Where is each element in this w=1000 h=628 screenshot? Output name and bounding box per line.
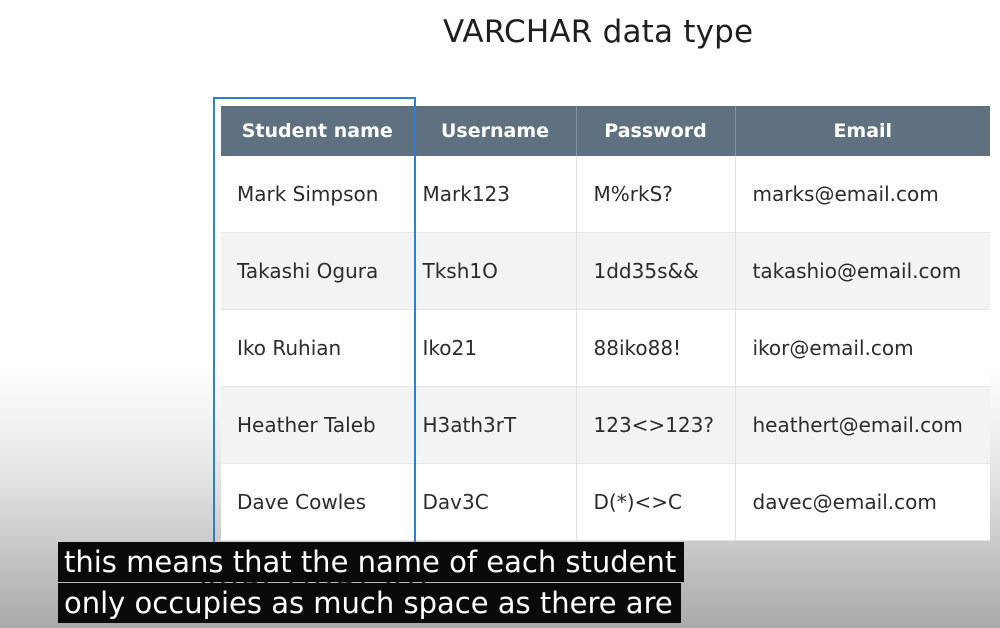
- table-row: Dave Cowles Dav3C D(*)<>C davec@email.co…: [221, 463, 990, 541]
- email-cell: davec@email.com: [735, 463, 990, 541]
- email-cell: ikor@email.com: [735, 309, 990, 387]
- email-cell: marks@email.com: [735, 156, 990, 233]
- student-name-cell: Dave Cowles: [221, 463, 415, 541]
- password-cell: M%rkS?: [576, 156, 736, 233]
- password-cell: D(*)<>C: [576, 463, 736, 541]
- student-name-cell: Mark Simpson: [221, 156, 415, 233]
- table-row: Iko Ruhian Iko21 88iko88! ikor@email.com: [221, 309, 990, 387]
- slide-title: VARCHAR data type: [443, 14, 754, 50]
- username-cell: Iko21: [414, 309, 577, 387]
- username-cell: Dav3C: [414, 463, 577, 541]
- email-cell: heathert@email.com: [735, 386, 990, 464]
- column-header-student-name: Student name: [221, 106, 415, 156]
- password-cell: 88iko88!: [576, 309, 736, 387]
- student-name-cell: Iko Ruhian: [221, 309, 415, 387]
- table-header-row: Student name Username Password Email: [221, 106, 990, 156]
- username-cell: H3ath3rT: [414, 386, 577, 464]
- email-cell: takashio@email.com: [735, 232, 990, 310]
- student-table: Student name Username Password Email Mar…: [221, 106, 990, 541]
- column-header-email: Email: [735, 106, 990, 156]
- username-cell: Mark123: [414, 156, 577, 233]
- table-row: Heather Taleb H3ath3rT 123<>123? heather…: [221, 386, 990, 464]
- student-name-cell: Takashi Ogura: [221, 232, 415, 310]
- subtitle-caption-line-1: this means that the name of each student: [58, 542, 684, 582]
- column-header-username: Username: [414, 106, 577, 156]
- table-row: Mark Simpson Mark123 M%rkS? marks@email.…: [221, 156, 990, 233]
- column-header-password: Password: [576, 106, 736, 156]
- username-cell: Tksh1O: [414, 232, 577, 310]
- subtitle-caption-line-2: only occupies as much space as there are: [58, 583, 681, 623]
- password-cell: 1dd35s&&: [576, 232, 736, 310]
- password-cell: 123<>123?: [576, 386, 736, 464]
- student-name-cell: Heather Taleb: [221, 386, 415, 464]
- table-row: Takashi Ogura Tksh1O 1dd35s&& takashio@e…: [221, 232, 990, 310]
